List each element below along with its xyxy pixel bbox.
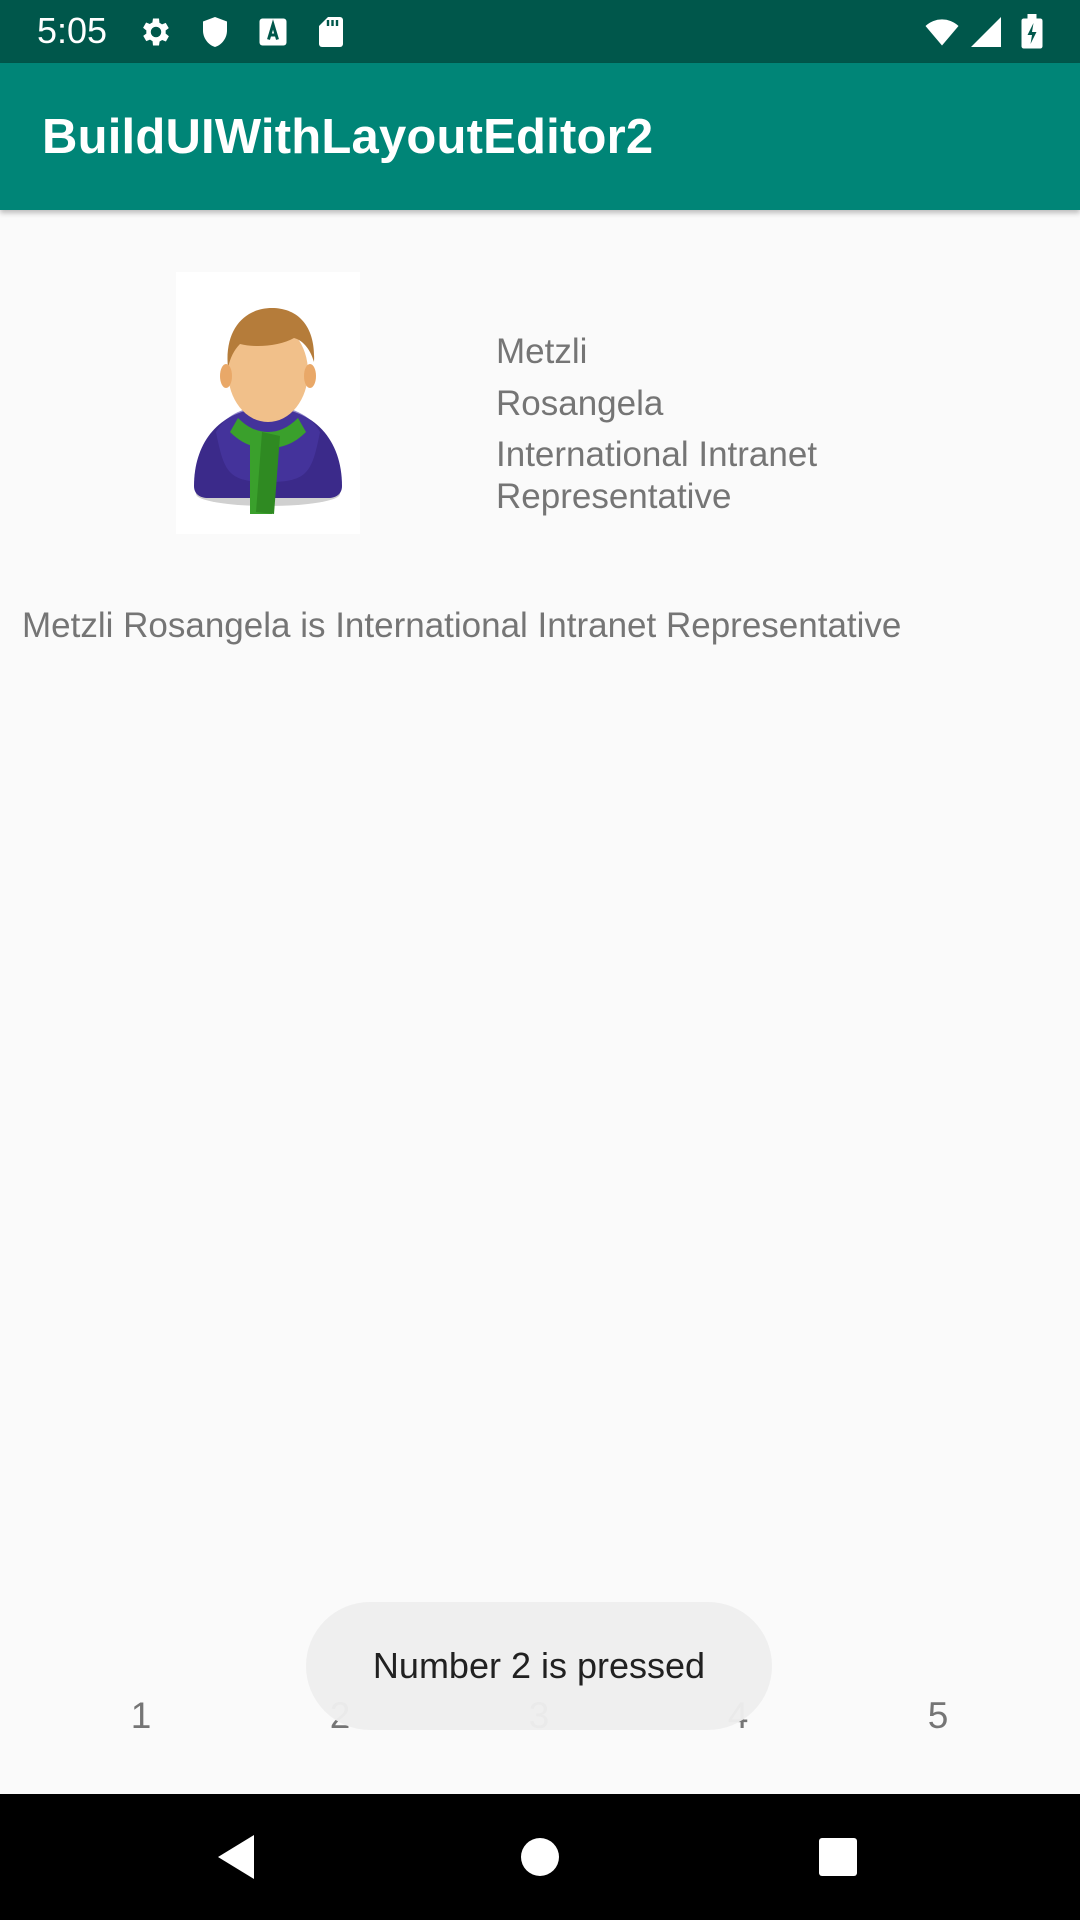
home-icon[interactable] bbox=[510, 1827, 570, 1887]
battery-icon bbox=[1018, 14, 1054, 50]
back-icon[interactable] bbox=[210, 1827, 270, 1887]
shield-icon bbox=[197, 14, 233, 50]
summary-text: Metzli Rosangela is International Intran… bbox=[22, 606, 902, 645]
number-button-5[interactable]: 5 bbox=[898, 1694, 978, 1738]
recents-icon[interactable] bbox=[808, 1827, 868, 1887]
status-bar: 5:05 bbox=[0, 0, 1080, 63]
toast: Number 2 is pressed bbox=[306, 1602, 772, 1730]
sd-card-icon bbox=[313, 14, 349, 50]
gear-icon bbox=[138, 14, 174, 50]
signal-icon bbox=[968, 14, 1004, 50]
last-name: Rosangela bbox=[496, 384, 664, 423]
a-font-icon bbox=[255, 14, 291, 50]
wifi-icon bbox=[922, 14, 959, 50]
navigation-bar bbox=[0, 1794, 1080, 1920]
number-button-1[interactable]: 1 bbox=[101, 1694, 181, 1738]
toast-message: Number 2 is pressed bbox=[372, 1645, 706, 1686]
user-avatar-icon bbox=[176, 272, 360, 534]
first-name: Metzli bbox=[496, 332, 588, 371]
job-title: International Intranet Representative bbox=[496, 435, 818, 516]
app-bar: BuildUIWithLayoutEditor2 bbox=[0, 63, 1080, 210]
app-title: BuildUIWithLayoutEditor2 bbox=[42, 110, 654, 164]
status-time: 5:05 bbox=[37, 10, 108, 51]
